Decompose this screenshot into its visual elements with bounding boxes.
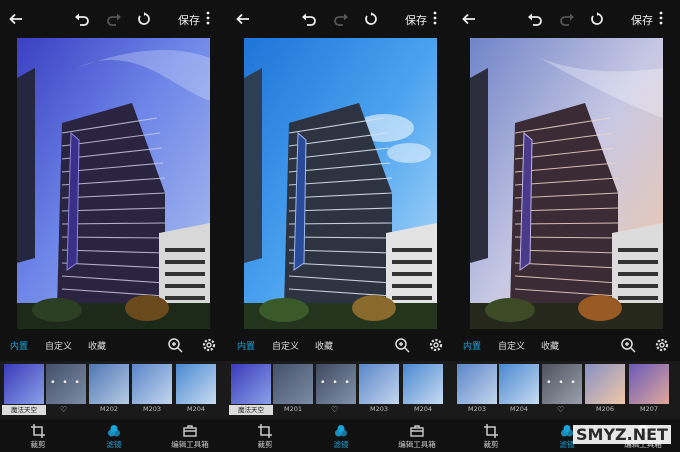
filter-thumb[interactable] xyxy=(403,364,443,404)
filter-thumb[interactable]: • • • xyxy=(46,364,86,404)
filter-label: M207 xyxy=(639,405,658,413)
tab-favorites[interactable]: 收藏 xyxy=(315,339,333,352)
filter-thumb[interactable]: • • • xyxy=(316,364,356,404)
tab-builtin[interactable]: 内置 xyxy=(237,339,255,352)
more-options-icon[interactable] xyxy=(659,11,663,25)
nav-edit-tools[interactable]: 编辑工具箱 xyxy=(387,421,447,450)
redo-icon[interactable] xyxy=(557,9,577,29)
filter-thumb[interactable] xyxy=(273,364,313,404)
reset-icon[interactable] xyxy=(361,9,381,29)
filter-label: M204 xyxy=(413,405,432,413)
crop-icon xyxy=(31,424,45,438)
top-toolbar: 保存 xyxy=(0,0,227,38)
filter-thumb[interactable] xyxy=(499,364,539,404)
filter-thumb[interactable] xyxy=(231,364,271,404)
filter-thumb[interactable] xyxy=(176,364,216,404)
filter-label: 魔法天空 xyxy=(2,405,46,415)
tab-custom[interactable]: 自定义 xyxy=(272,339,299,352)
filter-thumbnail-strip: • • • M203 M204 ♡ M206 M207 xyxy=(453,361,680,419)
tab-favorites[interactable]: 收藏 xyxy=(541,339,559,352)
zoom-add-icon[interactable] xyxy=(620,337,636,353)
tab-favorites[interactable]: 收藏 xyxy=(88,339,106,352)
filter-label: M204 xyxy=(186,405,205,413)
toolbox-icon xyxy=(410,425,424,437)
more-options-icon[interactable] xyxy=(433,11,437,25)
back-arrow-icon[interactable] xyxy=(6,9,26,29)
filter-label: M203 xyxy=(467,405,486,413)
toolbox-icon xyxy=(183,425,197,437)
heart-icon[interactable]: ♡ xyxy=(60,405,67,414)
filter-thumb[interactable] xyxy=(629,364,669,404)
reset-icon[interactable] xyxy=(134,9,154,29)
bottom-nav: 裁剪 滤镜 编辑工具箱 xyxy=(227,421,454,452)
site-watermark: SMYZ.NET xyxy=(573,425,671,444)
nav-crop[interactable]: 裁剪 xyxy=(235,421,295,450)
top-toolbar: 保存 xyxy=(453,0,680,38)
filter-label: M203 xyxy=(369,405,388,413)
save-button[interactable]: 保存 xyxy=(405,12,427,28)
editor-panel-2: 保存 内置 自定义 收藏 • • • 魔法天空 M201 ♡ M203 M204… xyxy=(227,0,454,452)
nav-edit-tools[interactable]: 编辑工具箱 xyxy=(160,421,220,450)
nav-filters[interactable]: 滤镜 xyxy=(84,421,144,450)
top-toolbar: 保存 xyxy=(227,0,454,38)
back-arrow-icon[interactable] xyxy=(459,9,479,29)
zoom-add-icon[interactable] xyxy=(167,337,183,353)
filter-thumb[interactable] xyxy=(457,364,497,404)
filter-thumb[interactable] xyxy=(4,364,44,404)
filter-thumb[interactable] xyxy=(359,364,399,404)
filters-icon xyxy=(561,425,573,437)
undo-icon[interactable] xyxy=(525,9,545,29)
heart-icon[interactable]: ♡ xyxy=(331,405,338,414)
save-button[interactable]: 保存 xyxy=(178,12,200,28)
photo-preview[interactable] xyxy=(244,38,437,329)
filter-thumb[interactable] xyxy=(585,364,625,404)
tab-custom[interactable]: 自定义 xyxy=(498,339,525,352)
filter-category-bar: 内置 自定义 收藏 xyxy=(0,333,227,357)
filters-icon xyxy=(108,425,120,437)
filter-label: M206 xyxy=(595,405,614,413)
undo-icon[interactable] xyxy=(299,9,319,29)
photo-preview[interactable] xyxy=(470,38,663,329)
gear-icon[interactable] xyxy=(201,337,217,353)
filter-label: M203 xyxy=(142,405,161,413)
redo-icon[interactable] xyxy=(104,9,124,29)
nav-crop[interactable]: 裁剪 xyxy=(8,421,68,450)
tab-custom[interactable]: 自定义 xyxy=(45,339,72,352)
nav-crop[interactable]: 裁剪 xyxy=(461,421,521,450)
editor-panel-1: 保存 内置 自定义 收藏 • • • 魔法天空 ♡ M202 M203 M204… xyxy=(0,0,227,452)
crop-icon xyxy=(484,424,498,438)
editor-panel-3: 保存 内置 自定义 收藏 • • • M203 M204 ♡ M206 M207… xyxy=(453,0,680,452)
filter-label: M201 xyxy=(283,405,302,413)
redo-icon[interactable] xyxy=(331,9,351,29)
filter-thumb[interactable] xyxy=(132,364,172,404)
filter-category-bar: 内置 自定义 收藏 xyxy=(453,333,680,357)
photo-preview[interactable] xyxy=(17,38,210,329)
tab-builtin[interactable]: 内置 xyxy=(463,339,481,352)
tab-builtin[interactable]: 内置 xyxy=(10,339,28,352)
filter-label: M204 xyxy=(509,405,528,413)
filter-thumb[interactable] xyxy=(89,364,129,404)
gear-icon[interactable] xyxy=(654,337,670,353)
filter-label: 魔法天空 xyxy=(229,405,273,415)
save-button[interactable]: 保存 xyxy=(631,12,653,28)
undo-icon[interactable] xyxy=(72,9,92,29)
filter-thumbnail-strip: • • • 魔法天空 M201 ♡ M203 M204 xyxy=(227,361,454,419)
bottom-nav: 裁剪 滤镜 编辑工具箱 xyxy=(0,421,227,452)
filter-thumbnail-strip: • • • 魔法天空 ♡ M202 M203 M204 xyxy=(0,361,227,419)
heart-icon[interactable]: ♡ xyxy=(557,405,564,414)
filter-thumb[interactable]: • • • xyxy=(542,364,582,404)
gear-icon[interactable] xyxy=(428,337,444,353)
reset-icon[interactable] xyxy=(587,9,607,29)
back-arrow-icon[interactable] xyxy=(233,9,253,29)
filter-label: M202 xyxy=(99,405,118,413)
zoom-add-icon[interactable] xyxy=(394,337,410,353)
more-options-icon[interactable] xyxy=(206,11,210,25)
crop-icon xyxy=(258,424,272,438)
filter-category-bar: 内置 自定义 收藏 xyxy=(227,333,454,357)
filters-icon xyxy=(335,425,347,437)
nav-filters[interactable]: 滤镜 xyxy=(311,421,371,450)
